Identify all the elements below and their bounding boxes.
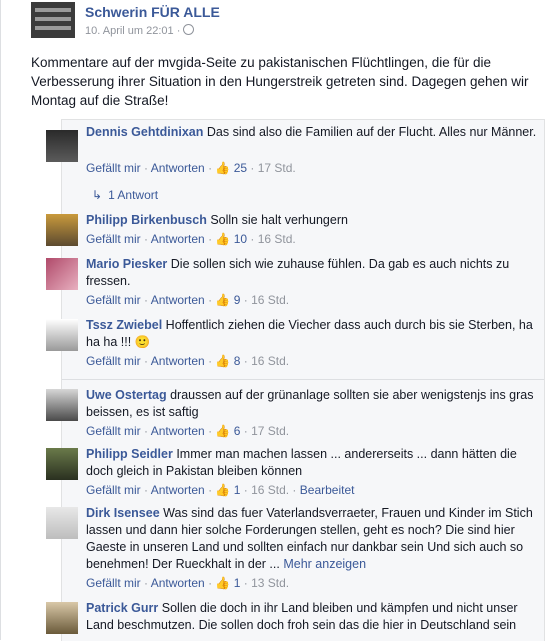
reply-link[interactable]: Antworten <box>151 293 205 307</box>
post-timestamp[interactable]: 10. April um 22:01 · <box>85 24 195 37</box>
commenter-avatar[interactable] <box>46 319 78 351</box>
page-avatar[interactable] <box>31 2 75 38</box>
comment-body: Mario Piesker Die sollen sich wie zuhaus… <box>86 256 538 290</box>
comment-time[interactable]: 17 Std. <box>251 424 289 438</box>
edited-link[interactable]: Bearbeitet <box>300 483 355 497</box>
comment-author-link[interactable]: Tssz Zwiebel <box>86 318 162 332</box>
reply-link[interactable]: Antworten <box>151 161 205 175</box>
thumbs-up-icon[interactable]: 👍 <box>215 424 230 438</box>
comment-time[interactable]: 16 Std. <box>258 232 296 246</box>
comment-author-link[interactable]: Philipp Birkenbusch <box>86 213 207 227</box>
comment-author-link[interactable]: Patrick Gurr <box>86 601 158 615</box>
comment-item: Philipp Birkenbusch Solln sie halt verhu… <box>46 212 544 252</box>
comment-time[interactable]: 16 Std. <box>251 483 289 497</box>
comment-item: Patrick Gurr Sollen die doch in ihr Land… <box>46 600 544 640</box>
page-name-link[interactable]: Schwerin FÜR ALLE <box>85 4 220 20</box>
comment-time[interactable]: 17 Std. <box>258 161 296 175</box>
commenter-avatar[interactable] <box>46 214 78 246</box>
comment-item: Dirk Isensee Was sind das fuer Vaterland… <box>46 505 544 595</box>
reply-arrow-icon: ↳ <box>92 188 103 202</box>
comment-actions: Gefällt mir · Antworten · 👍 10 · 16 Std. <box>86 232 296 246</box>
reply-link[interactable]: Antworten <box>151 232 205 246</box>
like-link[interactable]: Gefällt mir <box>86 424 141 438</box>
thumbs-up-icon[interactable]: 👍 <box>215 576 230 590</box>
comment-body: Dirk Isensee Was sind das fuer Vaterland… <box>86 505 538 573</box>
comments-section: Dennis Gehtdinixan Das sind also die Fam… <box>46 119 545 641</box>
like-link[interactable]: Gefällt mir <box>86 161 141 175</box>
comment-item: Uwe Ostertag draussen auf der grünanlage… <box>46 387 544 442</box>
comment-actions: Gefällt mir · Antworten · 👍 1 · 16 Std. … <box>86 483 355 497</box>
post-text: Kommentare auf der mvgida-Seite zu pakis… <box>31 55 529 108</box>
like-link[interactable]: Gefällt mir <box>86 293 141 307</box>
comment-actions: Gefällt mir · Antworten · 👍 9 · 16 Std. <box>86 293 290 307</box>
comment-author-link[interactable]: Mario Piesker <box>86 257 167 271</box>
comment-actions: Gefällt mir · Antworten · 👍 8 · 16 Std. <box>86 354 290 368</box>
comment-item: Dennis Gehtdinixan Das sind also die Fam… <box>46 124 544 204</box>
comment-time[interactable]: 16 Std. <box>251 293 289 307</box>
commenter-avatar[interactable] <box>46 507 78 539</box>
comment-time[interactable]: 13 Std. <box>251 576 289 590</box>
comment-actions: Gefällt mir · Antworten · 👍 6 · 17 Std. <box>86 424 290 438</box>
like-link[interactable]: Gefällt mir <box>86 354 141 368</box>
comment-group-divider <box>62 379 544 380</box>
reply-link[interactable]: Antworten <box>151 354 205 368</box>
comment-body: Philipp Birkenbusch Solln sie halt verhu… <box>86 212 538 229</box>
comment-item: Tssz Zwiebel Hoffentlich ziehen die Viec… <box>46 317 544 375</box>
thumbs-up-icon[interactable]: 👍 <box>215 483 230 497</box>
comment-body: Tssz Zwiebel Hoffentlich ziehen die Viec… <box>86 317 538 351</box>
facebook-post: Schwerin FÜR ALLE 10. April um 22:01 · K… <box>0 0 548 641</box>
thumbs-up-icon[interactable]: 👍 <box>215 232 230 246</box>
comment-body: Uwe Ostertag draussen auf der grünanlage… <box>86 387 538 421</box>
show-more-link[interactable]: Mehr anzeigen <box>283 557 366 571</box>
comment-body: Patrick Gurr Sollen die doch in ihr Land… <box>86 600 538 634</box>
commenter-avatar[interactable] <box>46 258 78 290</box>
replies-count[interactable]: 1 Antwort <box>108 188 158 202</box>
like-link[interactable]: Gefällt mir <box>86 483 141 497</box>
reply-link[interactable]: Antworten <box>151 576 205 590</box>
like-count[interactable]: 25 <box>234 161 247 175</box>
commenter-avatar[interactable] <box>46 602 78 634</box>
comment-body: Philipp Seidler Immer man machen lassen … <box>86 446 538 480</box>
thumbs-up-icon[interactable]: 👍 <box>215 293 230 307</box>
commenter-avatar[interactable] <box>46 130 78 162</box>
comment-author-link[interactable]: Dennis Gehtdinixan <box>86 125 203 139</box>
thumbs-up-icon[interactable]: 👍 <box>215 161 230 175</box>
globe-icon <box>183 24 195 35</box>
post-time-text[interactable]: 10. April um 22:01 · <box>85 25 180 37</box>
comment-text: Das sind also die Familien auf der Fluch… <box>206 125 537 139</box>
like-count[interactable]: 10 <box>234 232 247 246</box>
comment-actions: Gefällt mir · Antworten · 👍 25 · 17 Std. <box>86 161 296 175</box>
comment-author-link[interactable]: Dirk Isensee <box>86 506 160 520</box>
comment-item: Philipp Seidler Immer man machen lassen … <box>46 446 544 501</box>
comment-time[interactable]: 16 Std. <box>251 354 289 368</box>
comment-author-link[interactable]: Uwe Ostertag <box>86 388 167 402</box>
thumbs-up-icon[interactable]: 👍 <box>215 354 230 368</box>
replies-link[interactable]: ↳ 1 Antwort <box>86 188 158 202</box>
comment-actions: Gefällt mir · Antworten · 👍 1 · 13 Std. <box>86 576 290 590</box>
commenter-avatar[interactable] <box>46 389 78 421</box>
like-link[interactable]: Gefällt mir <box>86 232 141 246</box>
reply-link[interactable]: Antworten <box>151 424 205 438</box>
like-link[interactable]: Gefällt mir <box>86 576 141 590</box>
comment-item: Mario Piesker Die sollen sich wie zuhaus… <box>46 256 544 311</box>
commenter-avatar[interactable] <box>46 448 78 480</box>
comment-text: Solln sie halt verhungern <box>210 213 348 227</box>
reply-link[interactable]: Antworten <box>151 483 205 497</box>
comment-body: Dennis Gehtdinixan Das sind also die Fam… <box>86 124 538 141</box>
comment-author-link[interactable]: Philipp Seidler <box>86 447 173 461</box>
